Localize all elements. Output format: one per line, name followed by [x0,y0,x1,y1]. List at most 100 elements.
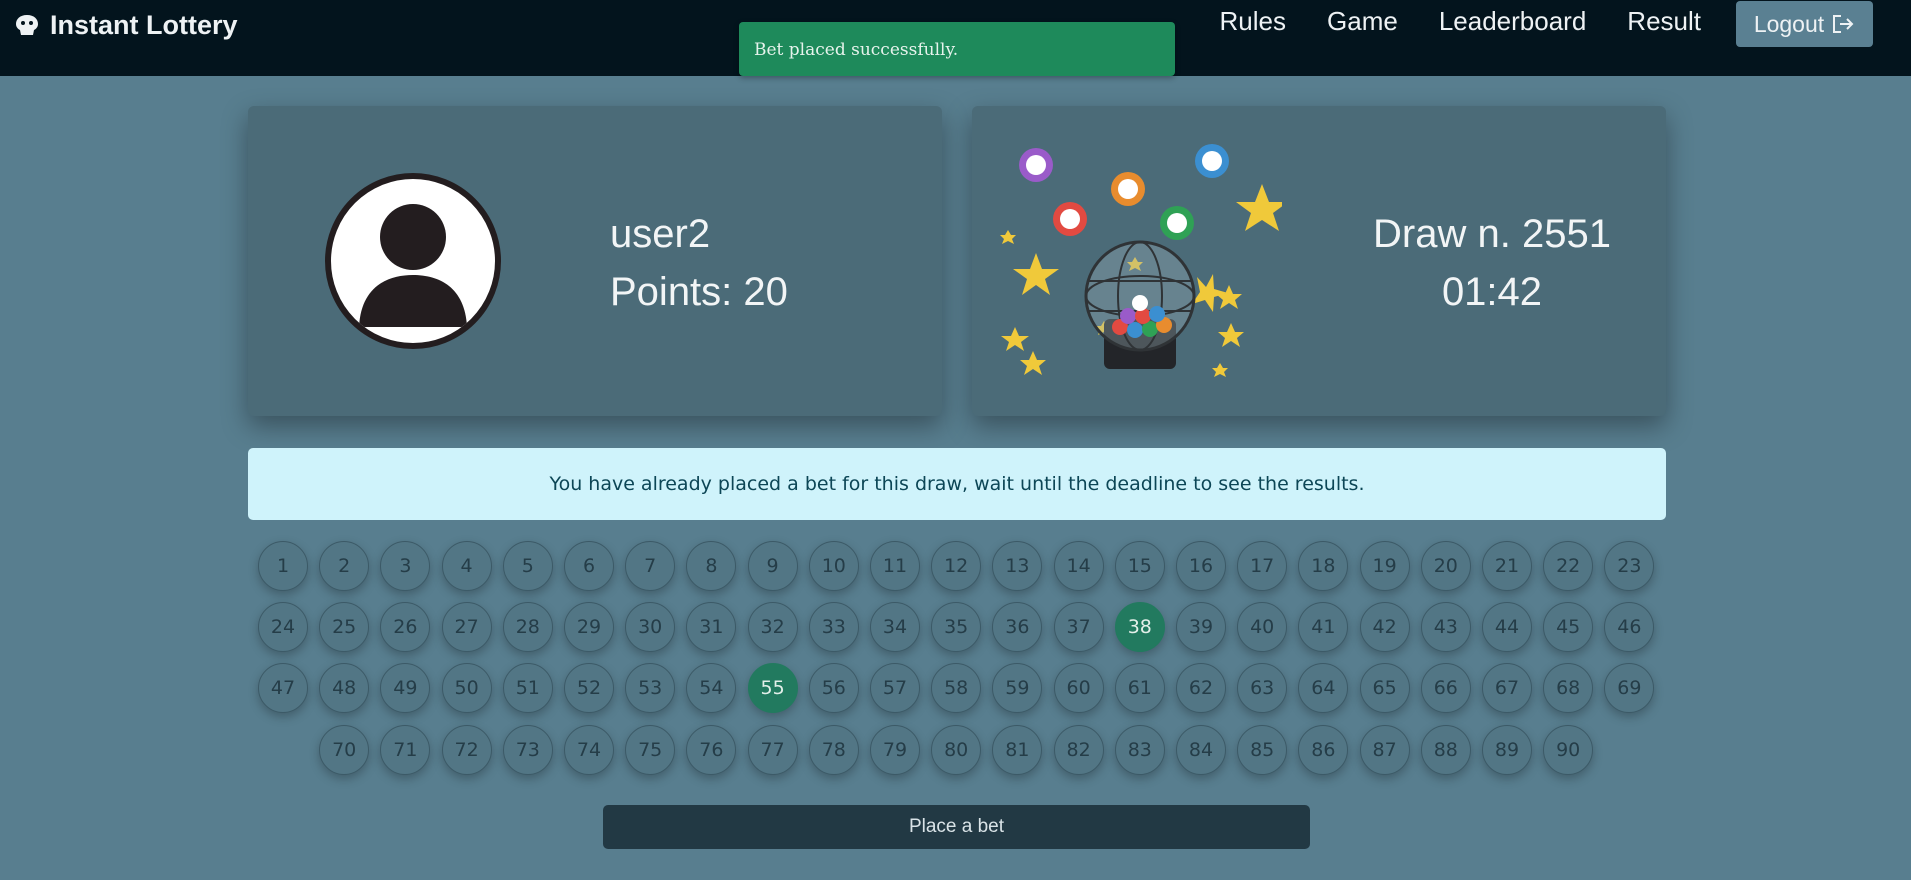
number-ball-75[interactable]: 75 [625,724,676,775]
number-ball-21[interactable]: 21 [1482,541,1532,591]
number-ball-86[interactable]: 86 [1298,724,1349,775]
number-ball-84[interactable]: 84 [1176,724,1226,775]
brand[interactable]: Instant Lottery [14,8,238,42]
number-ball-52[interactable]: 52 [564,663,614,714]
place-bet-button[interactable]: Place a bet [603,805,1310,849]
number-ball-8[interactable]: 8 [686,541,737,591]
number-ball-36[interactable]: 36 [992,602,1043,653]
number-ball-22[interactable]: 22 [1543,541,1594,591]
number-ball-89[interactable]: 89 [1482,724,1532,775]
number-ball-6[interactable]: 6 [564,541,614,591]
number-ball-47[interactable]: 47 [258,663,308,714]
number-ball-25[interactable]: 25 [319,602,370,653]
number-ball-49[interactable]: 49 [380,663,431,714]
number-ball-55[interactable]: 55 [747,663,798,714]
number-ball-77[interactable]: 77 [747,724,798,775]
number-ball-13[interactable]: 13 [992,541,1043,591]
number-ball-28[interactable]: 28 [502,602,553,653]
number-ball-61[interactable]: 61 [1114,663,1165,714]
number-ball-71[interactable]: 71 [380,724,431,775]
number-ball-87[interactable]: 87 [1359,724,1410,775]
number-ball-57[interactable]: 57 [870,663,920,714]
number-ball-62[interactable]: 62 [1176,663,1226,714]
number-ball-46[interactable]: 46 [1604,602,1655,653]
nav-link-rules[interactable]: Rules [1220,4,1286,38]
number-ball-30[interactable]: 30 [625,602,676,653]
number-ball-16[interactable]: 16 [1176,541,1226,591]
user-avatar-icon [325,173,501,349]
number-ball-44[interactable]: 44 [1482,602,1532,653]
number-ball-3[interactable]: 3 [380,541,431,591]
number-ball-31[interactable]: 31 [686,602,737,653]
number-ball-12[interactable]: 12 [931,541,982,591]
number-ball-51[interactable]: 51 [502,663,553,714]
number-ball-66[interactable]: 66 [1420,663,1471,714]
number-ball-11[interactable]: 11 [870,541,920,591]
number-ball-79[interactable]: 79 [870,724,920,775]
number-ball-76[interactable]: 76 [686,724,737,775]
number-ball-19[interactable]: 19 [1359,541,1410,591]
number-ball-27[interactable]: 27 [441,602,492,653]
logout-button[interactable]: Logout [1736,1,1873,47]
number-ball-83[interactable]: 83 [1114,724,1165,775]
number-ball-39[interactable]: 39 [1176,602,1226,653]
number-ball-68[interactable]: 68 [1543,663,1594,714]
number-ball-35[interactable]: 35 [931,602,982,653]
number-ball-7[interactable]: 7 [625,541,676,591]
lottery-machine-icon [1000,144,1282,377]
number-ball-34[interactable]: 34 [870,602,920,653]
number-ball-90[interactable]: 90 [1543,724,1594,775]
number-ball-43[interactable]: 43 [1420,602,1471,653]
number-ball-32[interactable]: 32 [747,602,798,653]
number-ball-72[interactable]: 72 [441,724,492,775]
number-ball-18[interactable]: 18 [1298,541,1349,591]
number-ball-17[interactable]: 17 [1237,541,1288,591]
number-ball-67[interactable]: 67 [1482,663,1532,714]
number-ball-1[interactable]: 1 [258,541,308,591]
number-ball-80[interactable]: 80 [931,724,982,775]
number-ball-54[interactable]: 54 [686,663,737,714]
number-ball-88[interactable]: 88 [1420,724,1471,775]
number-ball-41[interactable]: 41 [1298,602,1349,653]
number-ball-64[interactable]: 64 [1298,663,1349,714]
nav-link-leaderboard[interactable]: Leaderboard [1439,4,1586,38]
username: user2 [610,212,711,256]
number-ball-24[interactable]: 24 [258,602,308,653]
number-ball-29[interactable]: 29 [564,602,614,653]
number-ball-73[interactable]: 73 [502,724,553,775]
number-ball-2[interactable]: 2 [319,541,370,591]
number-ball-14[interactable]: 14 [1053,541,1104,591]
number-ball-50[interactable]: 50 [441,663,492,714]
number-ball-82[interactable]: 82 [1053,724,1104,775]
number-ball-15[interactable]: 15 [1114,541,1165,591]
number-ball-23[interactable]: 23 [1604,541,1655,591]
nav-link-result[interactable]: Result [1627,4,1701,38]
number-ball-85[interactable]: 85 [1237,724,1288,775]
number-ball-56[interactable]: 56 [808,663,859,714]
number-ball-40[interactable]: 40 [1237,602,1288,653]
number-ball-81[interactable]: 81 [992,724,1043,775]
number-ball-70[interactable]: 70 [319,724,370,775]
number-ball-38[interactable]: 38 [1114,602,1165,653]
number-ball-33[interactable]: 33 [808,602,859,653]
number-ball-48[interactable]: 48 [319,663,370,714]
number-ball-59[interactable]: 59 [992,663,1043,714]
number-ball-42[interactable]: 42 [1359,602,1410,653]
number-ball-5[interactable]: 5 [502,541,553,591]
nav-link-game[interactable]: Game [1327,4,1398,38]
number-ball-53[interactable]: 53 [625,663,676,714]
number-ball-74[interactable]: 74 [564,724,614,775]
number-ball-26[interactable]: 26 [380,602,431,653]
number-ball-60[interactable]: 60 [1053,663,1104,714]
number-ball-45[interactable]: 45 [1543,602,1594,653]
number-ball-58[interactable]: 58 [931,663,982,714]
number-ball-10[interactable]: 10 [808,541,859,591]
number-ball-65[interactable]: 65 [1359,663,1410,714]
number-ball-37[interactable]: 37 [1053,602,1104,653]
number-ball-63[interactable]: 63 [1237,663,1288,714]
number-ball-78[interactable]: 78 [808,724,859,775]
number-ball-69[interactable]: 69 [1604,663,1655,714]
number-ball-20[interactable]: 20 [1420,541,1471,591]
number-ball-4[interactable]: 4 [441,541,492,591]
number-ball-9[interactable]: 9 [747,541,798,591]
